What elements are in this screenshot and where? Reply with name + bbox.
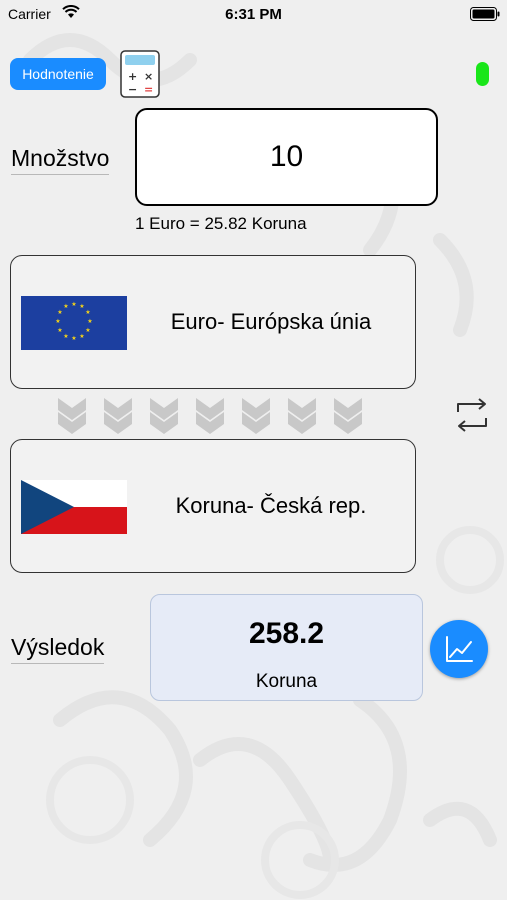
line-chart-icon (446, 636, 473, 662)
svg-text:★: ★ (85, 327, 90, 334)
exchange-rate-text: 1 Euro = 25.82 Koruna (135, 214, 307, 233)
result-value: 258.2 (248, 617, 325, 650)
swap-icon[interactable] (452, 396, 492, 434)
result-display: 258.2 Koruna (150, 594, 423, 701)
svg-text:★: ★ (57, 327, 62, 334)
result-label: Výsledok (11, 634, 105, 664)
svg-text:★: ★ (71, 335, 76, 342)
eu-flag-icon: ★ ★★ ★★★ ★★★ ★★★ (21, 296, 127, 350)
svg-text:★: ★ (87, 318, 92, 325)
svg-text:★: ★ (79, 333, 84, 340)
from-currency-name: Euro- Európska únia (170, 309, 372, 334)
svg-text:★: ★ (63, 303, 68, 310)
chart-button[interactable] (430, 620, 488, 678)
to-currency-name: Koruna- Česká rep. (175, 493, 367, 518)
clock: 6:31 PM (225, 6, 282, 23)
direction-arrows-icon (58, 398, 362, 434)
svg-text:★: ★ (85, 309, 90, 316)
svg-text:★: ★ (63, 333, 68, 340)
svg-text:★: ★ (71, 301, 76, 308)
to-currency-selector[interactable]: Koruna- Česká rep. (10, 439, 416, 573)
battery-icon (470, 7, 500, 21)
status-indicator (476, 62, 489, 86)
czech-flag-icon (21, 480, 127, 534)
svg-text:+: + (128, 70, 137, 83)
svg-text:★: ★ (79, 303, 84, 310)
svg-text:★: ★ (57, 309, 62, 316)
amount-label: Množstvo (11, 145, 110, 175)
from-currency-selector[interactable]: ★ ★ ★ ★ ★ ★ ★ ★ ★ ★ ★ ★ Euro- Európska únia (10, 255, 416, 389)
svg-text:=: = (144, 83, 153, 96)
svg-text:−: − (128, 83, 137, 96)
svg-text:×: × (144, 70, 153, 83)
amount-input[interactable]: 10 (135, 108, 438, 206)
rate-button[interactable]: Hodnotenie (10, 58, 106, 90)
calculator-icon[interactable]: + × − = (120, 50, 160, 98)
svg-text:★: ★ (55, 318, 60, 325)
result-currency: Koruna (255, 671, 318, 692)
